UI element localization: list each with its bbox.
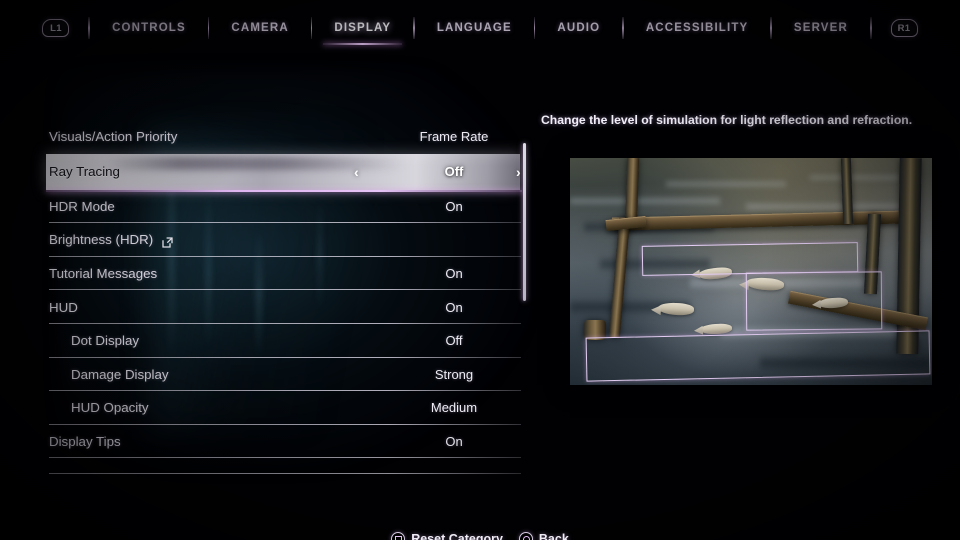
hud-overlay-box bbox=[745, 271, 883, 331]
list-end-divider bbox=[49, 458, 521, 475]
setting-row[interactable]: HUD Opacity Medium bbox=[49, 391, 521, 425]
button-hint-label: Back bbox=[538, 532, 569, 540]
setting-label: HDR Mode bbox=[49, 198, 115, 214]
setting-label: Brightness (HDR) bbox=[49, 232, 154, 248]
tab-language[interactable]: LANGUAGE bbox=[424, 15, 525, 42]
nav-separator bbox=[533, 17, 536, 39]
setting-row[interactable]: Tutorial Messages On bbox=[49, 257, 521, 291]
setting-label: Ray Tracing bbox=[49, 164, 120, 180]
nav-separator bbox=[413, 17, 415, 39]
setting-description: Change the level of simulation for light… bbox=[541, 113, 913, 127]
ripple bbox=[810, 174, 900, 181]
external-link-icon[interactable] bbox=[162, 235, 173, 249]
button-hint-label: Reset Category bbox=[411, 532, 503, 540]
decrement-arrow-icon[interactable]: ‹ bbox=[354, 164, 359, 180]
tab-accessibility[interactable]: ACCESSIBILITY bbox=[633, 15, 762, 42]
nav-separator bbox=[310, 17, 313, 39]
tab-server[interactable]: SERVER bbox=[781, 15, 861, 42]
setting-value: Off bbox=[445, 333, 463, 349]
ripple bbox=[570, 196, 720, 206]
setting-row[interactable]: Dot Display Off bbox=[49, 324, 521, 358]
setting-label: Visuals/Action Priority bbox=[49, 129, 178, 145]
setting-row[interactable]: HDR Mode On bbox=[49, 190, 521, 224]
setting-value: On bbox=[445, 266, 463, 282]
setting-label: HUD Opacity bbox=[71, 400, 149, 416]
setting-row[interactable]: Damage Display Strong bbox=[49, 358, 521, 392]
increment-arrow-icon[interactable]: › bbox=[516, 164, 521, 180]
setting-label: Tutorial Messages bbox=[49, 266, 158, 282]
setting-label: HUD bbox=[49, 299, 78, 315]
nav-separator bbox=[770, 17, 772, 39]
setting-value: Medium bbox=[430, 400, 478, 416]
button-hint-bar: Reset Category Back bbox=[0, 524, 960, 540]
nav-separator bbox=[869, 17, 872, 39]
setting-label: Display Tips bbox=[49, 434, 121, 450]
settings-list[interactable]: Visuals/Action Priority Frame Rate Ray Tra… bbox=[46, 120, 522, 475]
ripple bbox=[666, 180, 786, 188]
button-hint: Reset Category bbox=[391, 532, 503, 540]
scrollbar[interactable] bbox=[523, 143, 526, 301]
setting-value: On bbox=[445, 198, 463, 214]
ripple bbox=[746, 202, 906, 211]
setting-row[interactable]: Ray Tracing Off ‹ › bbox=[46, 153, 522, 192]
tab-audio[interactable]: AUDIO bbox=[544, 15, 613, 42]
button-hint: Back bbox=[518, 532, 569, 540]
r1-bumper-icon[interactable]: R1 bbox=[890, 19, 918, 37]
setting-row[interactable]: Brightness (HDR) bbox=[49, 223, 521, 257]
setting-row[interactable]: Visuals/Action Priority Frame Rate bbox=[49, 120, 519, 154]
nav-separator bbox=[207, 17, 210, 39]
nav-separator bbox=[622, 17, 624, 39]
setting-value: On bbox=[445, 434, 463, 450]
settings-screen: L1 CONTROLS CAMERA DISPLAY LANGUAGE AUDIO ACCE… bbox=[0, 0, 960, 540]
hud-overlay-box bbox=[641, 242, 859, 276]
row-divider bbox=[49, 473, 521, 475]
setting-value: Frame Rate bbox=[419, 129, 489, 145]
setting-preview-image bbox=[570, 158, 932, 385]
setting-value: Off bbox=[444, 164, 464, 180]
setting-row[interactable]: Display Tips On bbox=[49, 425, 521, 459]
tab-display[interactable]: DISPLAY bbox=[317, 12, 409, 45]
setting-row[interactable]: HUD On bbox=[49, 290, 521, 324]
category-tab-bar[interactable]: L1 CONTROLS CAMERA DISPLAY LANGUAGE AUDIO ACCE… bbox=[0, 0, 960, 56]
hud-overlay-box bbox=[585, 330, 931, 382]
square-button-icon bbox=[391, 532, 406, 540]
nav-separator bbox=[88, 17, 91, 39]
tab-controls[interactable]: CONTROLS bbox=[99, 15, 199, 42]
setting-value: On bbox=[445, 299, 463, 315]
setting-value: Strong bbox=[434, 366, 474, 382]
circle-button-icon bbox=[518, 532, 533, 540]
setting-label: Damage Display bbox=[71, 366, 169, 382]
tab-camera[interactable]: CAMERA bbox=[218, 15, 301, 42]
l1-bumper-icon[interactable]: L1 bbox=[42, 19, 70, 37]
setting-label: Dot Display bbox=[71, 333, 139, 349]
